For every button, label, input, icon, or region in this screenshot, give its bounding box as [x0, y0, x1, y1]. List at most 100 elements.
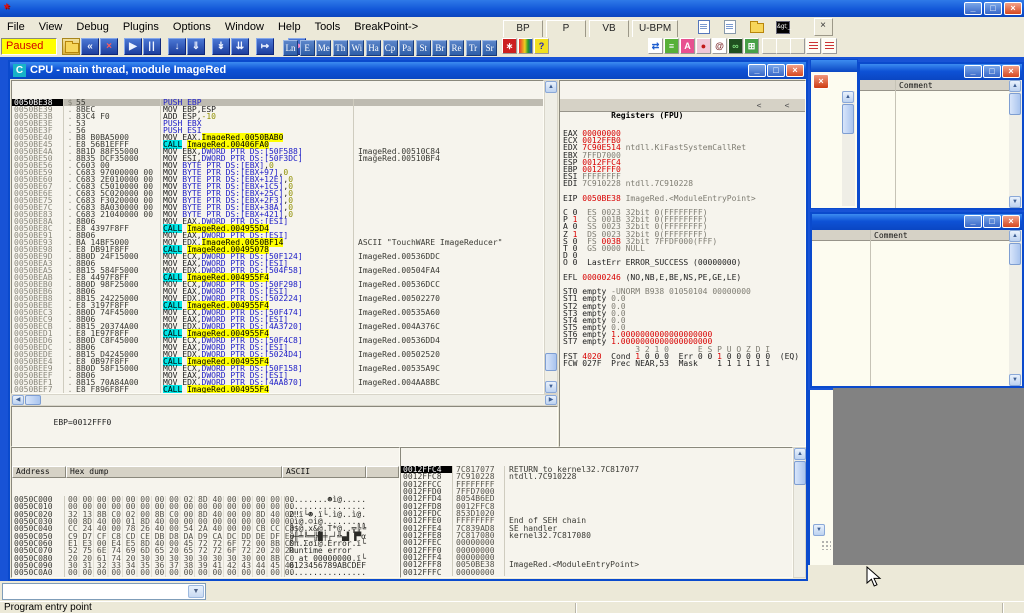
registers-collapse-icon[interactable]: <	[749, 100, 769, 111]
goggles-icon[interactable]: ∞	[728, 38, 743, 54]
window-button-sr[interactable]: Sr	[482, 40, 497, 56]
background-window-scrollbar[interactable]: ▲	[842, 91, 855, 206]
scroll-left-icon[interactable]: ◀	[12, 395, 24, 405]
stack-row[interactable]: 0012FFFC00000000	[401, 569, 792, 576]
cpu-close-button[interactable]: ×	[786, 64, 804, 77]
comment-window-middle-titlebar[interactable]: _ □ ×	[812, 214, 1022, 230]
dump-header-address[interactable]: Address	[12, 466, 66, 478]
cwm-close-button[interactable]: ×	[1002, 215, 1020, 228]
cwm-column-divider[interactable]	[870, 230, 871, 386]
comment-window-top[interactable]: _ □ × Comment ▲ ▼	[858, 62, 1024, 210]
cwt-scroll-down-icon[interactable]: ▼	[1009, 196, 1021, 208]
list-columns-icon[interactable]	[822, 38, 837, 54]
window-button-wi[interactable]: Wi	[349, 40, 364, 56]
open-file-icon[interactable]	[62, 38, 80, 55]
window-grid-icon[interactable]: ⊞	[744, 38, 759, 54]
help-icon[interactable]: ?	[534, 38, 549, 54]
cwm-scroll-up-icon[interactable]: ▲	[1009, 230, 1021, 242]
record-icon[interactable]: ●	[696, 38, 711, 54]
app-titlebar[interactable]: * _ □ ×	[0, 0, 1024, 17]
cpu-minimize-button[interactable]: _	[748, 64, 766, 77]
cwt-maximize-button[interactable]: □	[983, 65, 1001, 78]
scroll-down-icon[interactable]: ▼	[545, 381, 557, 393]
sync-arrows-icon[interactable]: ⇄	[648, 38, 663, 54]
window-button-th[interactable]: Th	[333, 40, 348, 56]
blank-button-1[interactable]	[762, 38, 777, 54]
resize-grip[interactable]	[821, 540, 831, 550]
cwt-comment-header[interactable]: Comment	[899, 81, 933, 90]
background-window-titlebar[interactable]	[811, 60, 857, 72]
cwm-maximize-button[interactable]: □	[983, 215, 1001, 228]
toolbar-close-icon[interactable]: ×	[814, 18, 833, 36]
disasm-scroll-thumb[interactable]	[545, 353, 557, 371]
close-button[interactable]: ×	[1004, 2, 1022, 15]
plugin-button-ubpm[interactable]: U-BPM	[632, 20, 678, 38]
scroll-up-icon[interactable]: ▲	[545, 81, 557, 93]
cpu-window[interactable]: C CPU - main thread, module ImageRed _ □…	[8, 60, 808, 581]
plugin-button-bp[interactable]: BP	[503, 20, 543, 38]
cwm-scroll-thumb[interactable]	[1009, 243, 1021, 265]
disasm-hscrollbar[interactable]: ◀ ▶	[11, 394, 558, 406]
window-button-pa[interactable]: Pa	[399, 40, 414, 56]
menu-debug[interactable]: Debug	[69, 18, 115, 35]
cpu-window-titlebar[interactable]: C CPU - main thread, module ImageRed _ □…	[10, 62, 806, 79]
cwt-minimize-button[interactable]: _	[964, 65, 982, 78]
background-window-fragment-bottom[interactable]: ▼	[808, 390, 833, 568]
menu-file[interactable]: File	[0, 18, 32, 35]
console-icon[interactable]: &gt;_	[773, 18, 792, 36]
disasm-row[interactable]: 0050BE3B.83C4 F0ADD ESP,-10	[12, 113, 543, 120]
execute-till-return-icon[interactable]: ↦	[256, 38, 274, 55]
close-program-icon[interactable]: ×	[100, 38, 118, 55]
window-button-re[interactable]: Re	[449, 40, 464, 56]
minimize-button[interactable]: _	[964, 2, 982, 15]
scroll-right-icon[interactable]: ▶	[545, 395, 557, 405]
notes-icon[interactable]	[720, 18, 739, 36]
cwm-vscrollbar[interactable]: ▲ ▼	[1009, 230, 1022, 386]
registers-header[interactable]: Registers (FPU) < <	[560, 99, 805, 112]
appearance-colors-icon[interactable]	[518, 38, 533, 54]
blank-button-3[interactable]	[790, 38, 805, 54]
menu-view[interactable]: View	[32, 18, 70, 35]
spiral-icon[interactable]: @	[712, 38, 727, 54]
window-button-tr[interactable]: Tr	[466, 40, 481, 56]
blank-button-2[interactable]	[776, 38, 791, 54]
bg-scroll-up-icon[interactable]: ▲	[842, 91, 854, 103]
gear-options-icon[interactable]: ∗	[502, 38, 517, 54]
copy-to-clipboard-icon[interactable]	[694, 18, 713, 36]
bg-scroll-thumb[interactable]	[842, 104, 854, 134]
registers-collapse2-icon[interactable]: <	[777, 100, 797, 111]
run-icon[interactable]: ▶	[124, 38, 142, 55]
cwm-scroll-down-icon[interactable]: ▼	[1009, 374, 1021, 386]
plugin-button-vb[interactable]: VB	[589, 20, 629, 38]
cwt-column-divider[interactable]	[895, 80, 896, 208]
menu-options[interactable]: Options	[166, 18, 218, 35]
cwt-close-button[interactable]: ×	[1002, 65, 1020, 78]
stack-vscrollbar[interactable]: ▲	[793, 447, 806, 578]
window-button-e[interactable]: E	[300, 40, 315, 56]
window-button-st[interactable]: St	[416, 40, 431, 56]
cpu-maximize-button[interactable]: □	[767, 64, 785, 77]
command-input[interactable]	[4, 585, 188, 598]
step-over-icon[interactable]: ⇓	[187, 38, 205, 55]
list-view-icon[interactable]	[806, 38, 821, 54]
step-into-icon[interactable]: ↓	[168, 38, 186, 55]
bgb-scroll-down-icon[interactable]: ▼	[813, 524, 825, 536]
cwt-vscrollbar[interactable]: ▲ ▼	[1009, 80, 1022, 208]
trace-into-icon[interactable]: ↡	[212, 38, 230, 55]
menu-plugins[interactable]: Plugins	[116, 18, 166, 35]
registers-pane[interactable]: Registers (FPU) < < EAX 00000000ECX 0012…	[559, 80, 806, 447]
disasm-row[interactable]: 0050BE3E.53PUSH EBX	[12, 120, 543, 127]
menu-tools[interactable]: Tools	[308, 18, 348, 35]
disasm-hscroll-thumb[interactable]	[25, 395, 41, 405]
stack-scroll-up-icon[interactable]: ▲	[794, 448, 806, 460]
window-button-ha[interactable]: Ha	[366, 40, 381, 56]
stack-scroll-thumb[interactable]	[794, 461, 806, 485]
background-gray-window[interactable]	[833, 388, 1024, 568]
dump-header-ascii[interactable]: ASCII	[282, 466, 366, 478]
stack-pane[interactable]: 0012FFC47C817077RETURN to kernel32.7C817…	[400, 447, 793, 578]
disassembly-pane[interactable]: 0050BE38$55PUSH EBP0050BE39.8BECMOV EBP,…	[11, 80, 544, 394]
background-window-close-icon[interactable]: ×	[813, 74, 829, 89]
log-book-icon[interactable]: ≡	[664, 38, 679, 54]
combobox-dropdown-icon[interactable]: ▼	[188, 585, 204, 598]
trace-over-icon[interactable]: ⇊	[231, 38, 249, 55]
